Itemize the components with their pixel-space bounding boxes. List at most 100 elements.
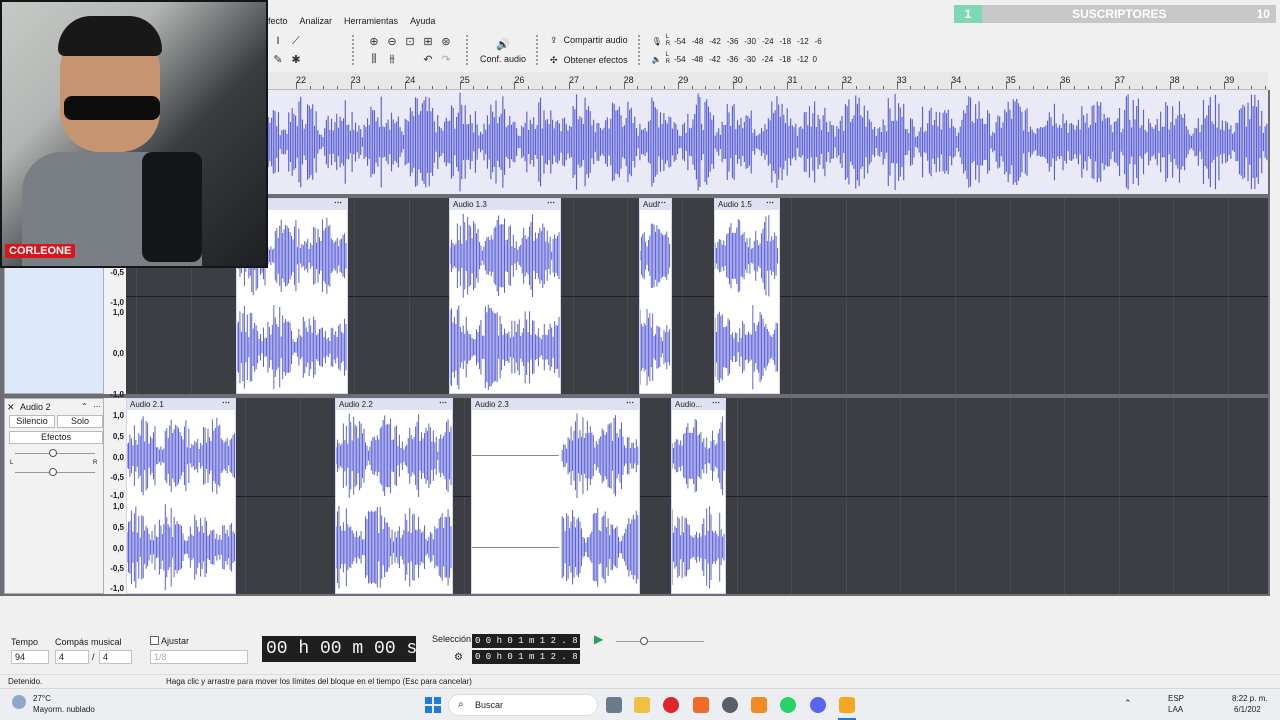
start-icon[interactable]	[425, 697, 441, 713]
meter-tick: -42	[709, 54, 721, 64]
track-2-lane[interactable]: Audio 2.1 ⋯ Audio 2.2 ⋯ Audio 2.3 ⋯ Audio... ⋯	[126, 398, 1268, 594]
multi-tool-icon[interactable]: ✱	[288, 51, 304, 67]
timeline-ruler[interactable]: 22 23 24 25 26 27 28 29 30 31 32 33 34 35 36 37 38 39	[268, 72, 1268, 90]
menu-effect[interactable]: fecto	[268, 16, 288, 26]
file-explorer-icon[interactable]	[634, 697, 650, 713]
task-view-icon[interactable]	[606, 697, 622, 713]
trim-icon[interactable]: ⫼	[366, 51, 382, 67]
audio-setup[interactable]: 🔊 Conf. audio	[480, 36, 527, 65]
collapse-icon[interactable]: ⌃	[81, 402, 88, 411]
clip-menu-icon[interactable]: ⋯	[658, 199, 667, 208]
lang-indicator-2[interactable]: LAA	[1168, 705, 1183, 714]
clock-date[interactable]: 6/1/202	[1234, 705, 1261, 714]
audacity-window: { "menu": ["fecto", "Analizar", "Herrami…	[0, 0, 1280, 720]
weather-desc[interactable]: Mayorm. nublado	[33, 705, 95, 714]
menu-analyze[interactable]: Analizar	[300, 16, 333, 26]
redo-icon[interactable]: ↷	[438, 51, 454, 67]
clip-menu-icon[interactable]: ⋯	[712, 399, 721, 408]
effects-button[interactable]: Efectos	[9, 431, 103, 444]
play-at-speed-icon[interactable]: ▶	[594, 632, 603, 646]
zoom-group: ⊕ ⊖ ⊡ ⊞ ⊛ ⫼ ⫵ ↶ ↷	[366, 32, 456, 68]
menu-tools[interactable]: Herramientas	[344, 16, 398, 26]
audacity-taskbar-icon[interactable]	[839, 697, 855, 713]
clip-menu-icon[interactable]: ⋯	[547, 199, 556, 208]
lang-indicator[interactable]: ESP	[1168, 694, 1184, 703]
close-track-icon[interactable]: ✕	[7, 402, 15, 413]
clip-title[interactable]: Audio 1.5 ⋯	[715, 199, 779, 210]
clip-title[interactable]: Audio 2.3 ⋯	[472, 399, 639, 410]
track-name[interactable]: Audio 2	[20, 402, 51, 412]
track-1-lane[interactable]: 2⋯Audio 1.3⋯Audi⋯Audio 1.5⋯	[126, 198, 1268, 394]
mute-button[interactable]: Silencio	[9, 415, 55, 428]
clip-menu-icon[interactable]: ⋯	[222, 399, 231, 408]
pan-slider-2[interactable]	[49, 468, 57, 476]
clip-menu-icon[interactable]: ⋯	[766, 199, 775, 208]
snap-select[interactable]: 1/8	[150, 650, 248, 664]
audio-clip[interactable]: Audio 2.1 ⋯	[126, 398, 236, 594]
audio-clip[interactable]: Audio 2.2 ⋯	[335, 398, 453, 594]
clip-title[interactable]: Audio 1.3 ⋯	[450, 199, 560, 210]
fit-selection-icon[interactable]: ⊡	[402, 33, 418, 49]
audio-clip[interactable]: Audio 1.5 ⋯	[714, 198, 780, 394]
plugin-icon: ✣	[550, 54, 558, 65]
draw-tool-icon[interactable]: ✎	[270, 51, 286, 67]
get-effects-button[interactable]: ✣ Obtener efectos	[550, 51, 628, 69]
clip-menu-icon[interactable]: ⋯	[626, 399, 635, 408]
undo-icon[interactable]: ↶	[420, 51, 436, 67]
share-audio-button[interactable]: ⇪ Compartir audio	[550, 31, 628, 49]
taskbar-search[interactable]: ⌕ Buscar	[448, 694, 598, 716]
weather-temp[interactable]: 27°C	[33, 694, 51, 703]
meter-denominator[interactable]: 4	[99, 650, 132, 664]
play-meter[interactable]: 🔈 LR -54 -48 -42 -36 -30 -24 -18 -12 0	[652, 51, 822, 67]
tempo-input[interactable]: 94	[11, 650, 49, 664]
audio-clip[interactable]: Audio... ⋯	[671, 398, 726, 594]
solo-button[interactable]: Solo	[57, 415, 103, 428]
speed-slider[interactable]	[640, 637, 648, 645]
track-0-lane[interactable]	[126, 90, 1268, 194]
zoom-out-icon[interactable]: ⊖	[384, 33, 400, 49]
snap-label: Ajustar	[161, 636, 190, 646]
fit-project-icon[interactable]: ⊞	[420, 33, 436, 49]
audio-clip[interactable]: Audi ⋯	[639, 198, 672, 394]
silence-icon[interactable]: ⫵	[384, 51, 400, 67]
audio-setup-label: Conf. audio	[480, 54, 527, 64]
time-signature-label: Compás musical	[55, 637, 122, 647]
clip-menu-icon[interactable]: ⋯	[334, 199, 343, 208]
clip-title[interactable]: Audio... ⋯	[672, 399, 725, 410]
brave-icon[interactable]	[693, 697, 709, 713]
chrome-icon[interactable]	[722, 697, 738, 713]
audio-clip[interactable]: Audio 1.3 ⋯	[449, 198, 561, 394]
clip-title[interactable]: Audio 2.1 ⋯	[127, 399, 235, 410]
selection-toolbar: Tempo 94 Compás musical 4 / 4 Ajustar 1/…	[0, 628, 1280, 670]
record-meter[interactable]: 🎙 LR -54 -48 -42 -36 -30 -24 -18 -12 -6	[652, 33, 822, 49]
opera-icon[interactable]	[663, 697, 679, 713]
vlc-icon[interactable]	[751, 697, 767, 713]
chevron-up-icon[interactable]: ⌃	[1124, 698, 1132, 709]
track-menu-icon[interactable]: ⋯	[93, 402, 101, 411]
share-icon: ⇪	[550, 34, 558, 45]
clip-title[interactable]: Audio 2.2 ⋯	[336, 399, 452, 410]
clip-menu-icon[interactable]: ⋯	[439, 399, 448, 408]
zoom-in-icon[interactable]: ⊕	[366, 33, 382, 49]
clip-waveform	[336, 410, 452, 593]
selection-settings-icon[interactable]: ⚙	[454, 652, 463, 663]
zoom-toggle-icon[interactable]: ⊛	[438, 33, 454, 49]
clip-waveform	[127, 410, 235, 593]
audio-clip[interactable]: Audio 2.3 ⋯	[471, 398, 640, 594]
clip-title[interactable]: Audi ⋯	[640, 199, 671, 210]
status-state: Detenido.	[8, 677, 43, 686]
time-display[interactable]: 00 h 00 m 00 s	[262, 636, 417, 662]
meter-tick: -12	[797, 36, 809, 46]
meter-numerator[interactable]: 4	[55, 650, 89, 664]
whatsapp-icon[interactable]	[780, 697, 796, 713]
discord-icon[interactable]	[810, 697, 826, 713]
selection-end[interactable]: 0 0 h 0 1 m 1 2 . 8 6 4 s	[472, 650, 610, 664]
select-tool-icon[interactable]: I	[270, 33, 286, 49]
gain-slider[interactable]	[49, 449, 57, 457]
selection-start[interactable]: 0 0 h 0 1 m 1 2 . 8 6 4 s	[472, 634, 610, 648]
snap-checkbox[interactable]	[150, 636, 159, 645]
clock-time[interactable]: 8:22 p. m.	[1232, 694, 1268, 703]
clip-waveform	[715, 210, 779, 393]
menu-help[interactable]: Ayuda	[410, 16, 435, 26]
envelope-tool-icon[interactable]: ⟋	[288, 33, 304, 49]
